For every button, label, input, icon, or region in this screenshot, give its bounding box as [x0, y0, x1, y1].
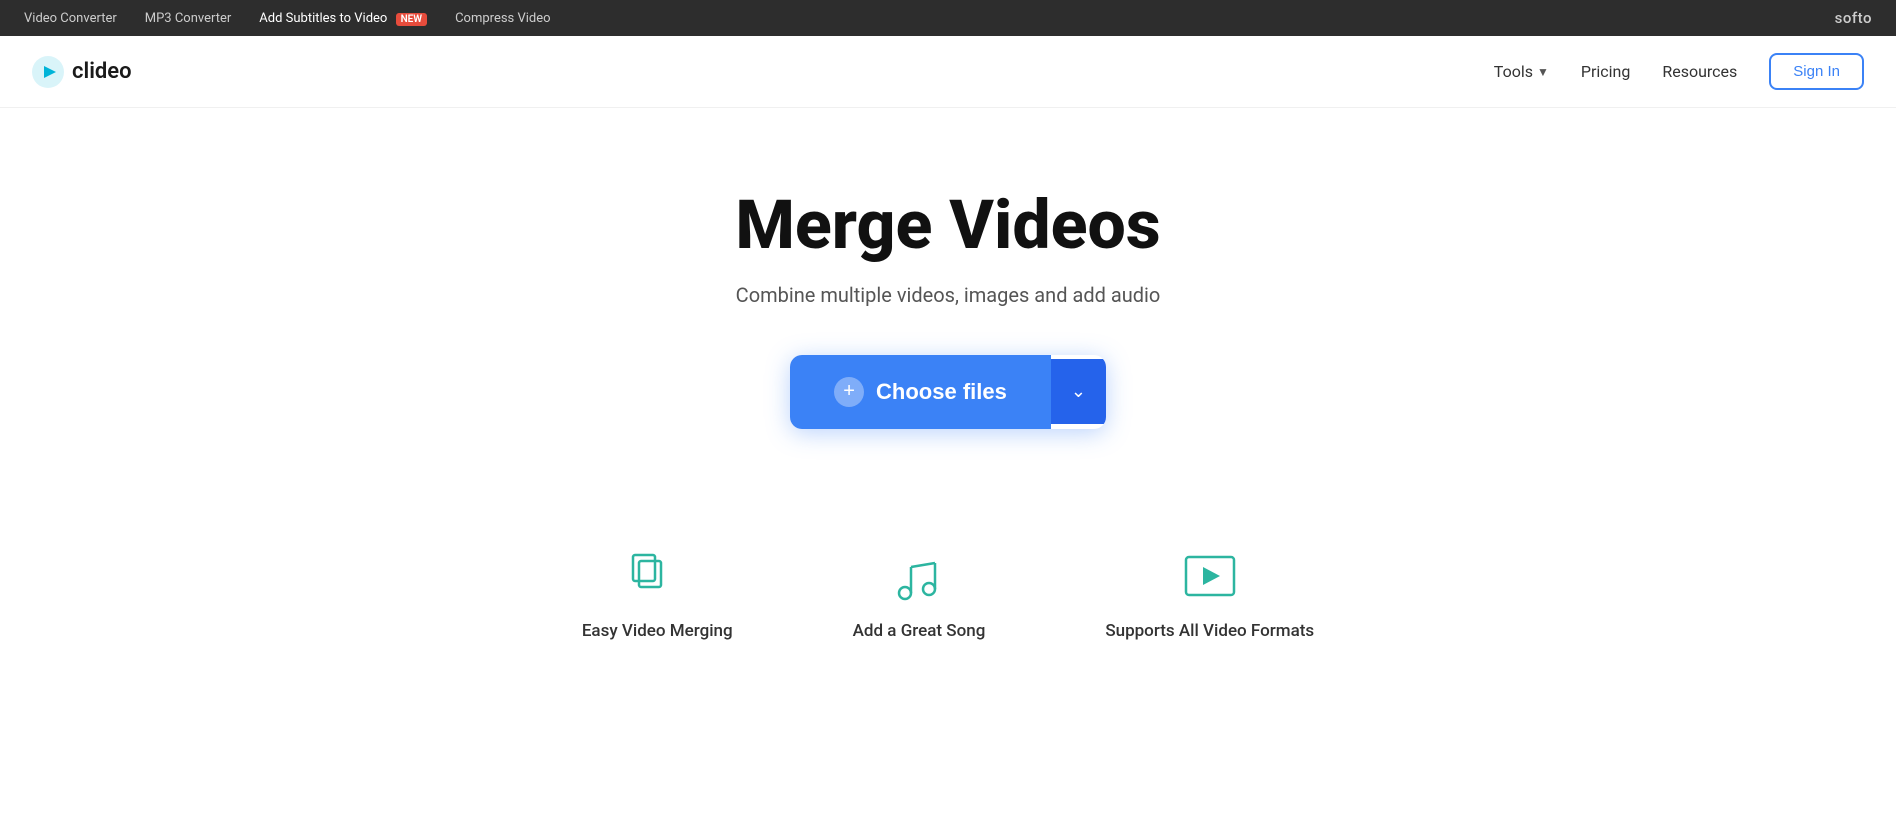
video-formats-icon [1182, 549, 1238, 605]
feature-music: Add a Great Song [853, 549, 986, 641]
dropdown-chevron-icon: ⌄ [1071, 381, 1086, 402]
feature-music-label: Add a Great Song [853, 621, 986, 641]
top-bar-compress-video[interactable]: Compress Video [455, 11, 550, 26]
resources-link[interactable]: Resources [1662, 62, 1737, 81]
top-bar-video-converter[interactable]: Video Converter [24, 11, 117, 26]
logo[interactable]: clideo [32, 56, 132, 88]
top-bar-add-subtitles[interactable]: Add Subtitles to Video NEW [259, 11, 427, 26]
plus-circle-icon: + [834, 377, 864, 407]
sign-in-button[interactable]: Sign In [1769, 53, 1864, 90]
tools-menu[interactable]: Tools ▼ [1494, 62, 1549, 81]
feature-merge: Easy Video Merging [582, 549, 733, 641]
top-bar-brand: softo [1835, 9, 1872, 27]
merge-icon [629, 549, 685, 605]
main-nav: clideo Tools ▼ Pricing Resources Sign In [0, 36, 1896, 108]
choose-files-button[interactable]: + Choose files [790, 355, 1051, 429]
choose-files-dropdown-button[interactable]: ⌄ [1051, 359, 1106, 424]
feature-formats: Supports All Video Formats [1105, 549, 1314, 641]
new-badge: NEW [396, 13, 428, 26]
hero-section: Merge Videos Combine multiple videos, im… [0, 108, 1896, 489]
tools-chevron-icon: ▼ [1537, 65, 1549, 79]
choose-files-wrapper: + Choose files ⌄ [790, 355, 1106, 429]
page-title: Merge Videos [735, 188, 1160, 263]
music-icon [891, 549, 947, 605]
features-section: Easy Video Merging Add a Great Song Supp… [0, 489, 1896, 681]
logo-text: clideo [72, 59, 132, 84]
feature-formats-label: Supports All Video Formats [1105, 621, 1314, 641]
pricing-link[interactable]: Pricing [1581, 62, 1631, 81]
top-bar-mp3-converter[interactable]: MP3 Converter [145, 11, 232, 26]
hero-subtitle: Combine multiple videos, images and add … [736, 283, 1161, 307]
top-bar: Video Converter MP3 Converter Add Subtit… [0, 0, 1896, 36]
clideo-logo-icon [32, 56, 64, 88]
feature-merge-label: Easy Video Merging [582, 621, 733, 641]
nav-right: Tools ▼ Pricing Resources Sign In [1494, 53, 1864, 90]
